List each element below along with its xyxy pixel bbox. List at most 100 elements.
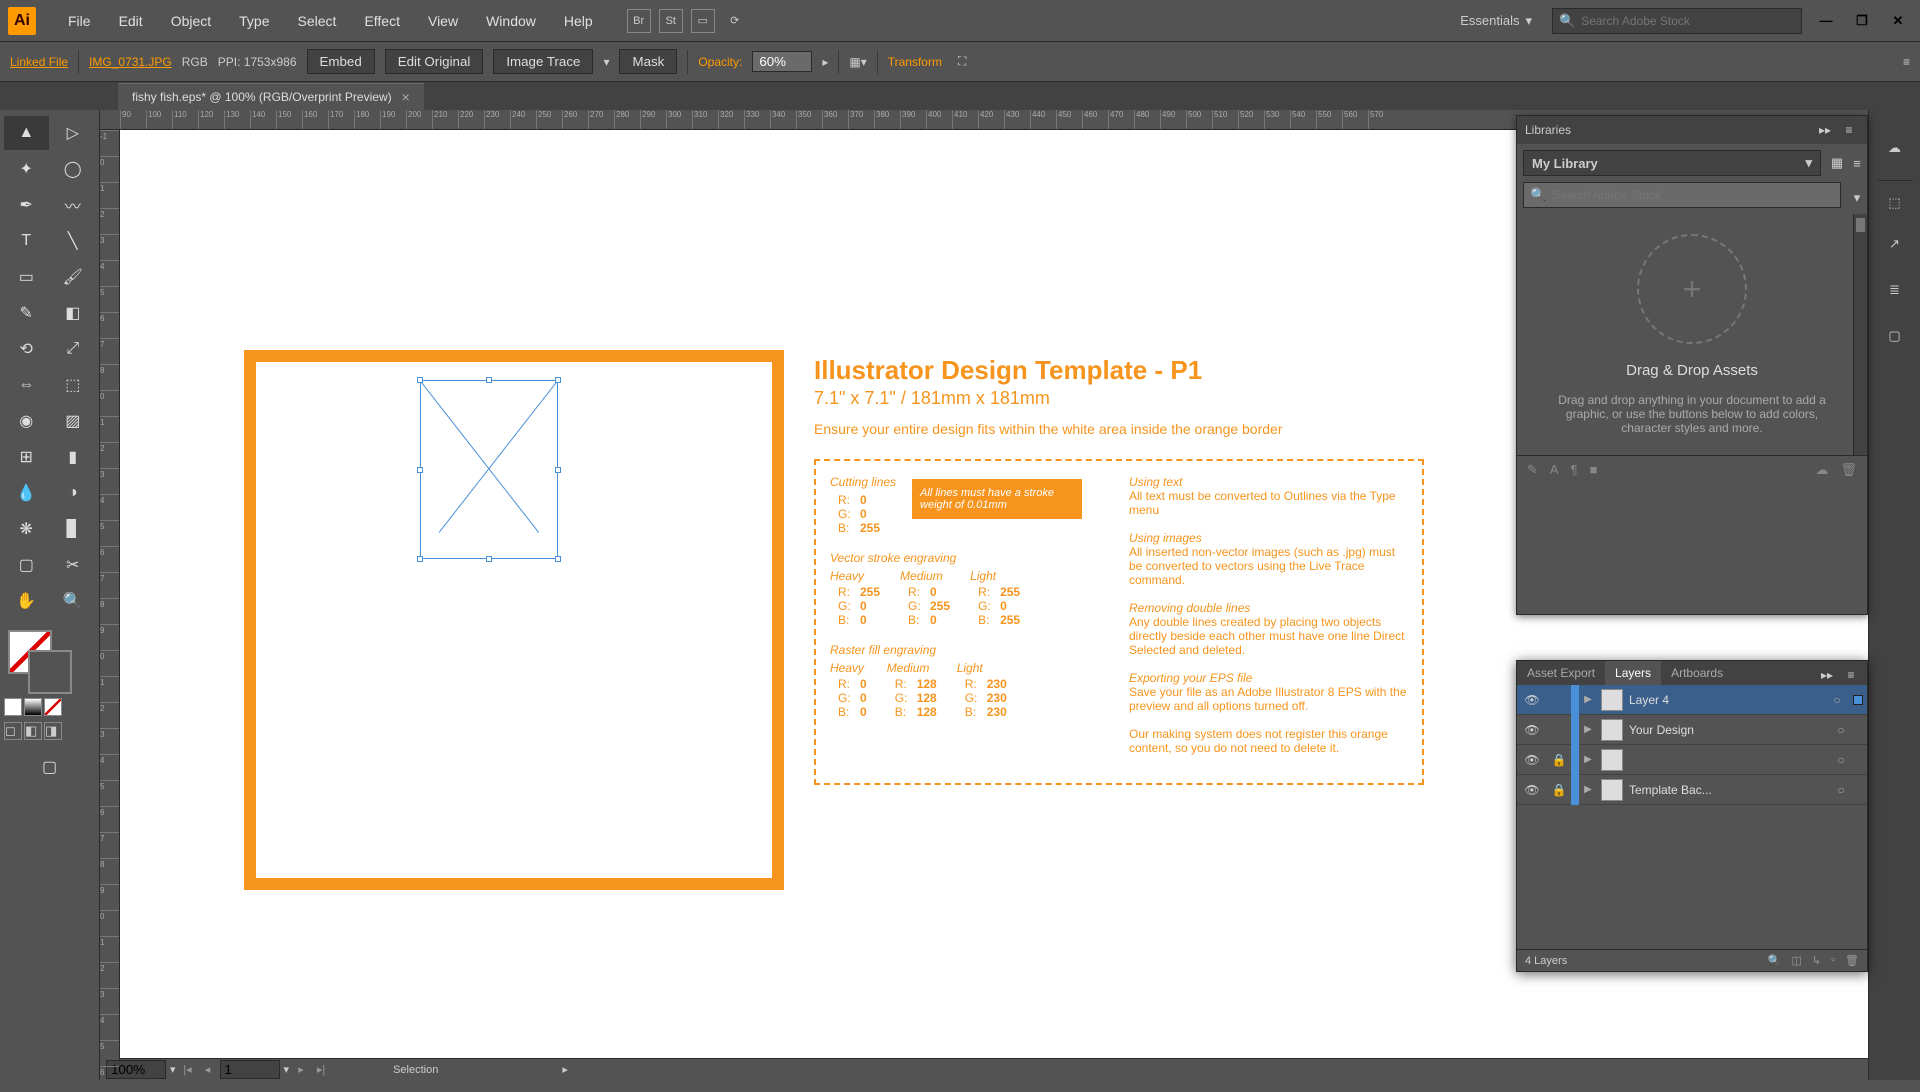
graph-tool[interactable]: ▊ (51, 512, 96, 546)
opacity-input[interactable] (752, 51, 812, 72)
locate-object-icon[interactable]: 🔍 (1768, 954, 1782, 967)
opacity-dropdown-icon[interactable]: ▸ (822, 55, 828, 69)
menu-effect[interactable]: Effect (350, 7, 414, 35)
expand-layer-icon[interactable]: ▶ (1579, 724, 1597, 735)
pen-tool[interactable]: ✒ (4, 188, 49, 222)
align-icon[interactable]: ▦▾ (849, 55, 866, 69)
draw-behind-icon[interactable]: ◧ (24, 722, 42, 740)
bridge-icon[interactable]: Br (627, 9, 651, 33)
delete-icon[interactable]: 🗑 (1840, 462, 1857, 478)
visibility-toggle-icon[interactable]: 👁 (1517, 753, 1547, 767)
library-dropdown[interactable]: My Library ▾ (1523, 150, 1821, 176)
free-transform-tool[interactable]: ⬚ (51, 368, 96, 402)
layer-name[interactable]: Template Bac... (1627, 783, 1829, 797)
share-icon[interactable]: ↗ (1877, 226, 1913, 262)
menu-type[interactable]: Type (225, 7, 283, 35)
stock-icon[interactable]: St (659, 9, 683, 33)
screen-mode-icon[interactable]: ▢ (4, 750, 95, 784)
zoom-tool[interactable]: 🔍 (51, 584, 96, 618)
mesh-tool[interactable]: ⊞ (4, 440, 49, 474)
target-icon[interactable]: ○ (1829, 753, 1853, 767)
minimize-icon[interactable]: — (1812, 11, 1840, 31)
artboard-dropdown-icon[interactable]: ▾ (284, 1063, 290, 1076)
selection-tool[interactable]: ▲ (4, 116, 49, 150)
close-icon[interactable]: ✕ (1884, 11, 1912, 31)
rectangle-tool[interactable]: ▭ (4, 260, 49, 294)
image-trace-button[interactable]: Image Trace (493, 49, 593, 74)
stock-search[interactable]: 🔍 (1552, 8, 1802, 34)
target-icon[interactable]: ○ (1829, 783, 1853, 797)
symbol-sprayer-tool[interactable]: ❋ (4, 512, 49, 546)
handle-top[interactable] (486, 377, 492, 383)
menu-view[interactable]: View (414, 7, 472, 35)
layers-icon[interactable]: ≣ (1877, 272, 1913, 308)
line-tool[interactable]: ╲ (51, 224, 96, 258)
scrollbar[interactable] (1853, 214, 1867, 455)
new-sublayer-icon[interactable]: ↳ (1812, 954, 1821, 967)
cc-libraries-icon[interactable]: ☁ (1877, 130, 1913, 166)
handle-left[interactable] (417, 467, 423, 473)
expand-layer-icon[interactable]: ▶ (1579, 694, 1597, 705)
make-clipping-mask-icon[interactable]: ◫ (1792, 954, 1802, 967)
image-trace-dropdown-icon[interactable]: ▾ (603, 55, 609, 69)
handle-bottom[interactable] (486, 556, 492, 562)
eyedropper-tool[interactable]: 💧 (4, 476, 49, 510)
list-view-icon[interactable]: ≡ (1847, 153, 1867, 173)
lock-toggle-icon[interactable]: 🔒 (1547, 783, 1571, 797)
eraser-tool[interactable]: ◧ (51, 296, 96, 330)
embed-button[interactable]: Embed (307, 49, 375, 74)
menu-edit[interactable]: Edit (105, 7, 157, 35)
delete-layer-icon[interactable]: 🗑 (1845, 954, 1859, 967)
menu-select[interactable]: Select (284, 7, 351, 35)
library-search-input[interactable] (1552, 188, 1834, 202)
hand-tool[interactable]: ✋ (4, 584, 49, 618)
properties-icon[interactable]: ⬚ (1877, 180, 1913, 216)
visibility-toggle-icon[interactable]: 👁 (1517, 693, 1547, 707)
menu-window[interactable]: Window (472, 7, 550, 35)
arrange-icon[interactable]: ▭ (691, 9, 715, 33)
stock-search-input[interactable] (1581, 14, 1795, 28)
artboard-tool[interactable]: ▢ (4, 548, 49, 582)
mask-button[interactable]: Mask (619, 49, 677, 74)
lock-toggle-icon[interactable]: 🔒 (1547, 753, 1571, 767)
expand-layer-icon[interactable]: ▶ (1579, 784, 1597, 795)
layer-row[interactable]: 👁▶Layer 4○ (1517, 685, 1867, 715)
linked-filename[interactable]: IMG_0731.JPG (89, 55, 172, 69)
linked-file-link[interactable]: Linked File (10, 55, 68, 69)
prev-artboard-icon[interactable]: ◂ (200, 1062, 216, 1078)
tab-layers[interactable]: Layers (1605, 661, 1661, 685)
type-tool[interactable]: T (4, 224, 49, 258)
handle-bottom-left[interactable] (417, 556, 423, 562)
grid-view-icon[interactable]: ▦ (1827, 153, 1847, 173)
maximize-icon[interactable]: ❐ (1848, 11, 1876, 31)
rotate-tool[interactable]: ⟲ (4, 332, 49, 366)
first-artboard-icon[interactable]: |◂ (180, 1062, 196, 1078)
artboard-input[interactable] (220, 1060, 280, 1079)
handle-top-right[interactable] (555, 377, 561, 383)
layer-row[interactable]: 👁▶Your Design○ (1517, 715, 1867, 745)
last-artboard-icon[interactable]: ▸| (313, 1062, 329, 1078)
document-tab[interactable]: fishy fish.eps* @ 100% (RGB/Overprint Pr… (118, 83, 424, 110)
handle-top-left[interactable] (417, 377, 423, 383)
add-color-icon[interactable]: ■ (1590, 462, 1598, 478)
target-icon[interactable]: ○ (1825, 693, 1849, 707)
menu-help[interactable]: Help (550, 7, 607, 35)
layer-row[interactable]: 👁🔒▶○ (1517, 745, 1867, 775)
layer-name[interactable]: Your Design (1627, 723, 1829, 737)
handle-right[interactable] (555, 467, 561, 473)
color-mode-icon[interactable] (4, 698, 22, 716)
tab-artboards[interactable]: Artboards (1661, 661, 1733, 685)
scale-tool[interactable]: ⤢ (51, 332, 96, 366)
gpu-icon[interactable]: ⟳ (723, 9, 747, 33)
paintbrush-tool[interactable]: 🖌 (51, 260, 96, 294)
panel-menu-icon[interactable]: ≡ (1903, 55, 1910, 69)
direct-selection-tool[interactable]: ▷ (51, 116, 96, 150)
panel-menu-icon[interactable]: ≡ (1841, 665, 1861, 685)
library-search[interactable]: 🔍 (1523, 182, 1841, 208)
add-paragraph-style-icon[interactable]: ¶ (1571, 462, 1578, 478)
edit-original-button[interactable]: Edit Original (385, 49, 484, 74)
collapse-panel-icon[interactable]: ▸▸ (1815, 120, 1835, 140)
draw-inside-icon[interactable]: ◨ (44, 722, 62, 740)
magic-wand-tool[interactable]: ✦ (4, 152, 49, 186)
search-filter-icon[interactable]: ▾ (1847, 188, 1867, 208)
